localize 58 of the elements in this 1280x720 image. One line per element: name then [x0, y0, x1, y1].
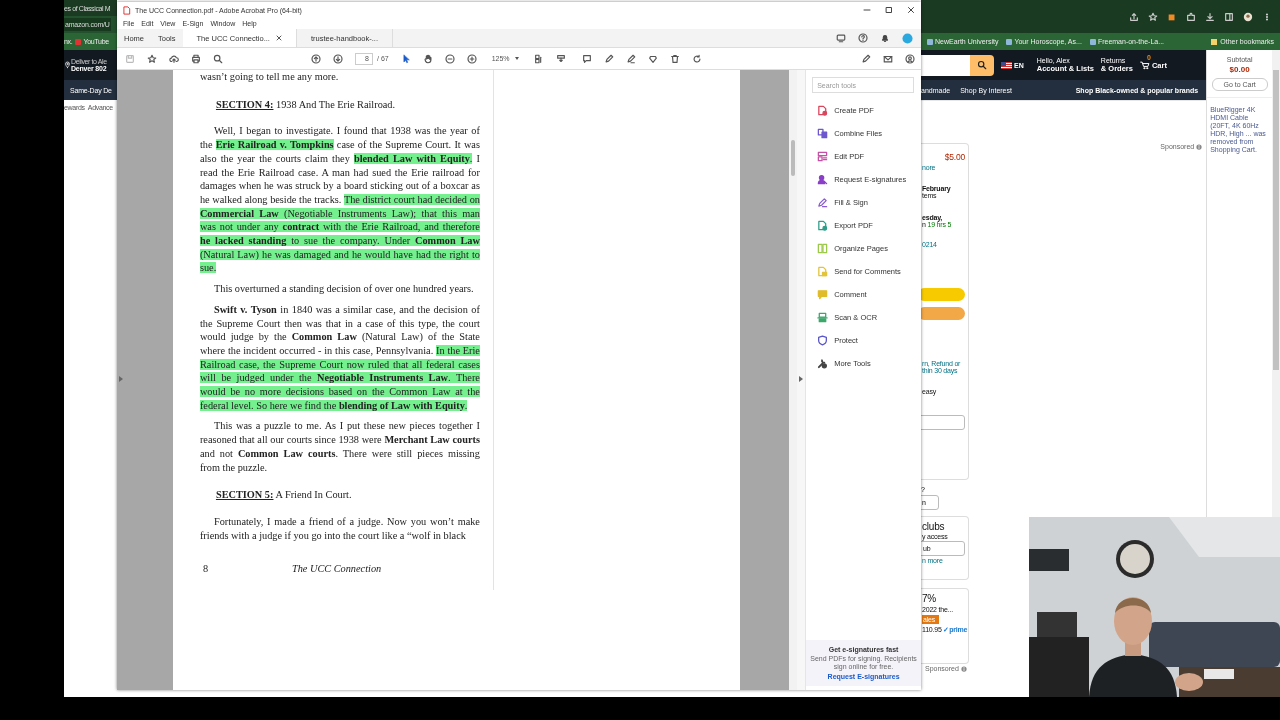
location-pin-icon — [65, 61, 70, 69]
heading: 7% — [922, 593, 938, 604]
zoom-out-icon[interactable] — [444, 53, 455, 64]
minimize-icon[interactable] — [863, 6, 871, 14]
section-heading: SECTION 4: 1938 And The Erie Railroad. — [214, 97, 397, 112]
paragraph: Well, I began to investigate. I found that 1938 was the year of the Erie Railroad v. Tompkins case of the Supreme Court. It was also the year the courts claim they blended Law with Equity. I read the Erie Railroad case. A man had sued the Erie railroad for damages when he was struck by a board sticking out of a boxcar as he walked along beside the tracks. The district court had decided on Commercial Law (Negotiable Instruments Law); that this man was not under any contract with the Erie Railroad, and therefore he lacked standing to sue the company. Under Common Law (Natural Law) he was damaged and he would have had the right to sue. — [199, 124, 480, 276]
collapse-arrow-icon[interactable] — [799, 376, 804, 382]
cloud-upload-icon[interactable] — [169, 53, 179, 64]
cursor-icon[interactable] — [400, 53, 411, 64]
zoom-in-icon[interactable] — [466, 53, 477, 64]
caret-icon — [514, 57, 519, 60]
close-icon[interactable] — [907, 6, 915, 14]
print-icon[interactable] — [191, 53, 201, 64]
stamp-icon[interactable] — [555, 53, 566, 64]
running-title: The UCC Connection — [291, 562, 382, 577]
scrollbar-thumb[interactable] — [791, 140, 796, 176]
profile-icon[interactable] — [1243, 11, 1253, 22]
page-layout-icon[interactable] — [533, 53, 544, 64]
maximize-icon[interactable] — [885, 6, 893, 14]
paragraph: wasn’t going to tell me any more. — [199, 70, 340, 84]
info-icon[interactable] — [960, 665, 967, 672]
info-icon[interactable] — [1196, 143, 1203, 150]
flag-icon — [1001, 61, 1012, 69]
mail-icon[interactable] — [883, 53, 893, 64]
up-arrow-icon[interactable] — [311, 53, 321, 64]
screen-share-icon[interactable] — [836, 33, 846, 43]
bell-icon[interactable] — [880, 33, 890, 43]
trash-icon[interactable] — [669, 53, 680, 64]
download-icon[interactable] — [1205, 11, 1215, 22]
sign-icon[interactable] — [625, 53, 636, 64]
price: $5.00 — [944, 152, 965, 162]
subtotal-amount: $0.00 — [1229, 65, 1250, 74]
search-field[interactable] — [921, 54, 970, 76]
pdf-file-icon — [123, 5, 131, 15]
rotate-icon[interactable] — [691, 53, 702, 64]
search-icon[interactable] — [213, 53, 223, 64]
sidebar-icon[interactable] — [1224, 11, 1234, 22]
add-user-icon[interactable] — [905, 53, 915, 64]
fill-sign-icon[interactable] — [861, 53, 871, 64]
paragraph: This was a puzzle to me. As I put these new pieces together I reasoned that all our courts since 1938 were Merchant Law courts and not Common Law courts. There were still pieces missing from the puzzle. — [199, 419, 480, 475]
star-icon[interactable] — [147, 53, 157, 64]
help-icon[interactable] — [858, 33, 868, 43]
search-icon — [977, 60, 987, 70]
cart-icon[interactable] — [1139, 60, 1150, 70]
scrollbar-thumb[interactable] — [1273, 70, 1279, 370]
section-heading: SECTION 5: A Friend In Court. — [214, 488, 353, 502]
share-icon[interactable] — [1129, 11, 1139, 22]
down-arrow-icon[interactable] — [333, 53, 343, 64]
heading: clubs — [922, 521, 946, 532]
search-button[interactable] — [970, 54, 994, 76]
page-number: 8 — [201, 562, 210, 577]
close-icon[interactable] — [275, 35, 282, 41]
paragraph: Fortunately, I made a friend of a judge. Now you won’t make friends with a judge if you go into the court like a “wolf in black — [199, 515, 480, 543]
comment-icon[interactable] — [581, 53, 592, 64]
paragraph: Swift v. Tyson in 1840 was a similar case, and the decision of the Supreme Court then was that in a case of this type, the court would judge by the Common Law (Natural Law) of the State where the incident occurred - in this case, Pennsylvania. In the Erie Railroad case, the Supreme Court now ruled that all federal cases will be judged under the Negotiable Instruments Law. There would be no more decisions based on the Common Law at the federal level. So here we find the blending of Law with Equity. — [199, 302, 480, 413]
hand-icon[interactable] — [422, 53, 433, 64]
paragraph: This overturned a standing decision of over one hundred years. — [212, 282, 475, 296]
pen-icon[interactable] — [603, 53, 614, 64]
